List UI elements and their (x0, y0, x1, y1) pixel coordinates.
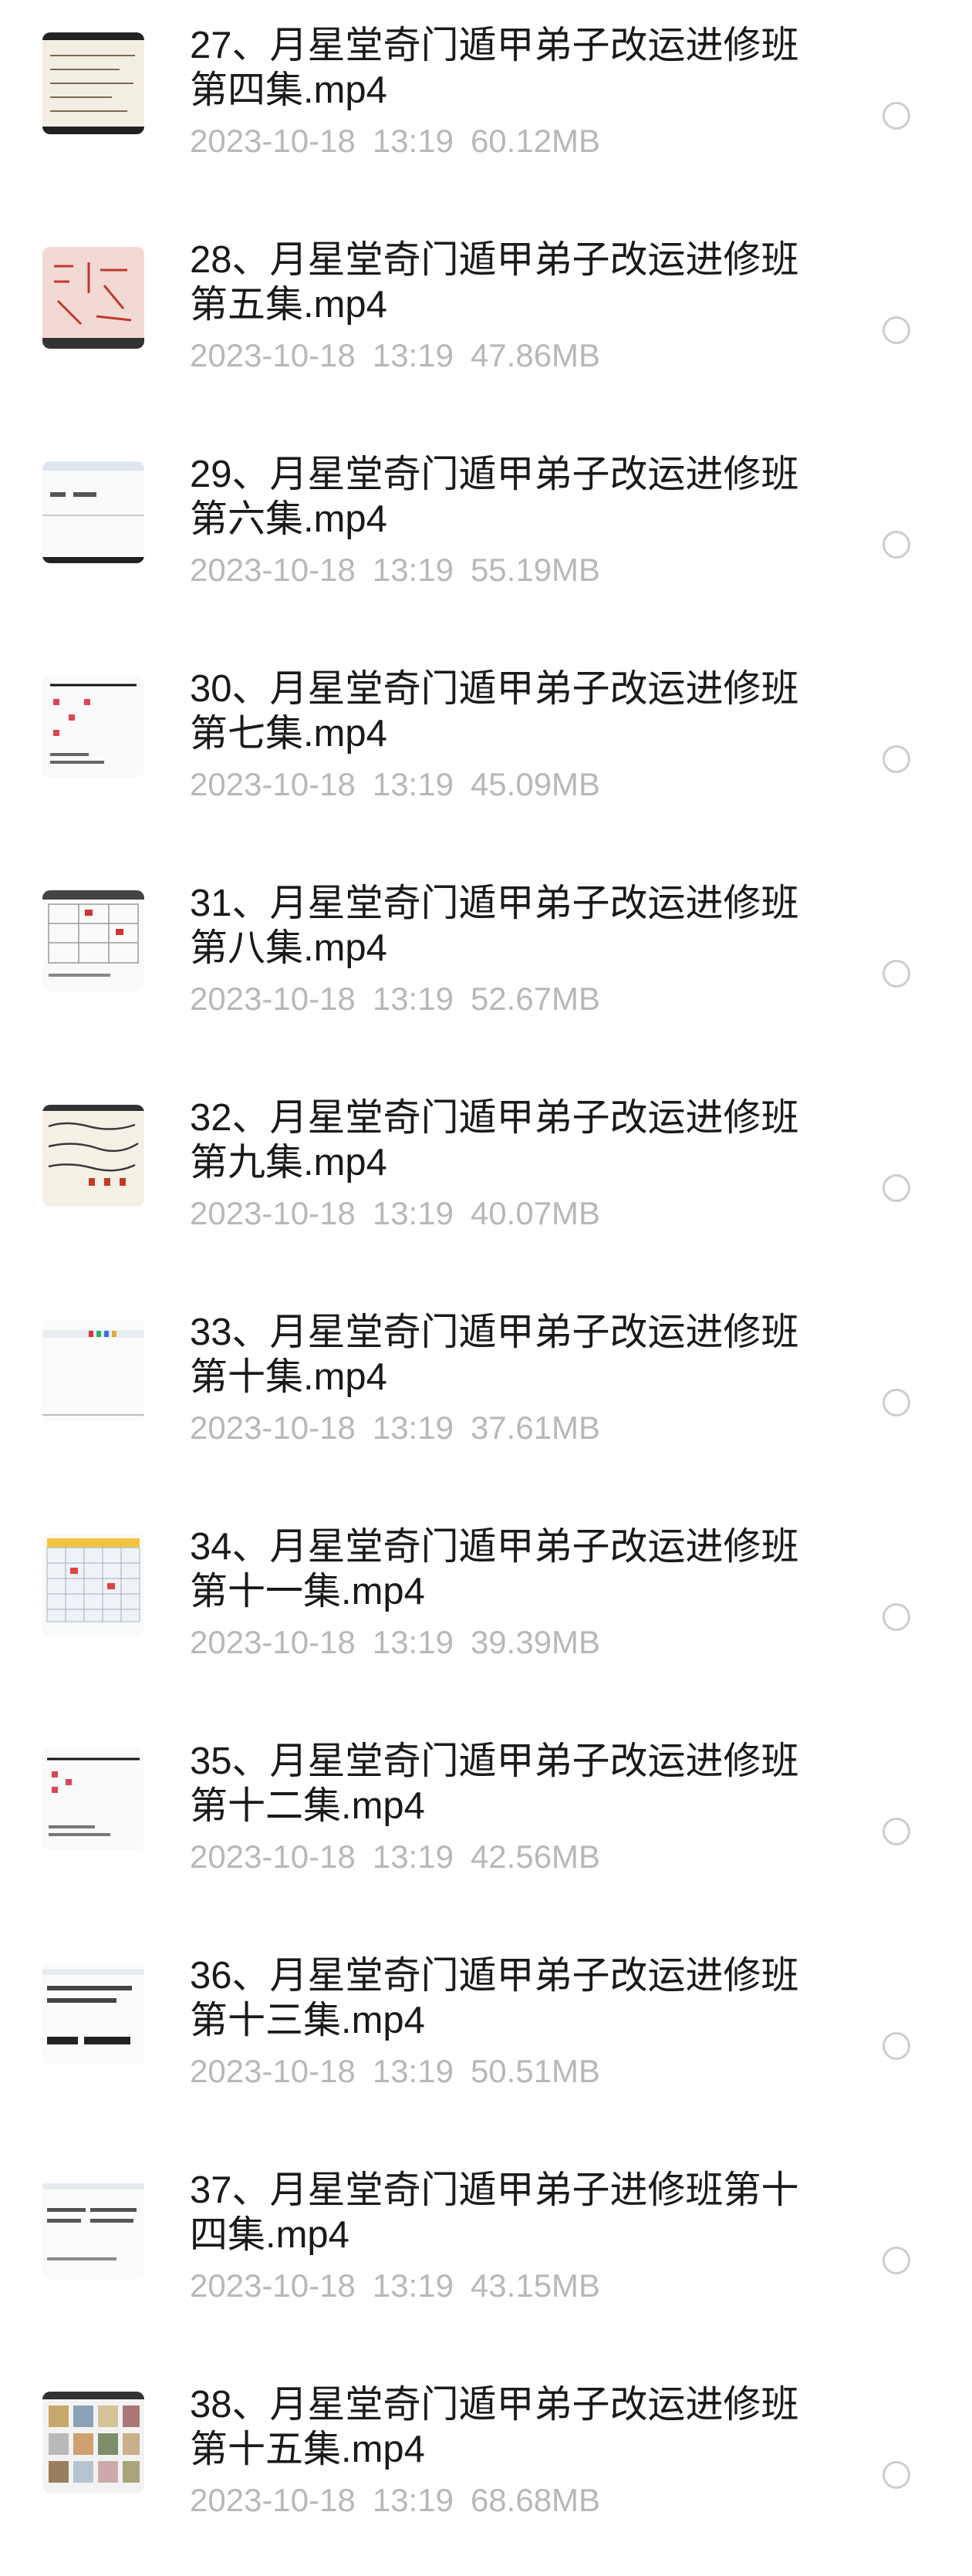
video-thumbnail (42, 1748, 144, 1850)
file-name: 29、月星堂奇门遁甲弟子改运进修班第六集.mp4 (190, 454, 799, 540)
file-meta: 2023-10-18 13:19 45.09MB (190, 765, 617, 804)
file-item[interactable]: 36、月星堂奇门遁甲弟子改运进修班第十三集.mp4 2023-10-18 13:1… (0, 1930, 972, 2145)
file-item[interactable]: 27、月星堂奇门遁甲弟子改运进修班第四集.mp4 2023-10-18 13:19… (0, 0, 972, 214)
file-meta: 2023-10-18 13:19 43.15MB (190, 2267, 617, 2305)
file-name: 38、月星堂奇门遁甲弟子改运进修班第十五集.mp4 (190, 2384, 799, 2470)
file-list: 27、月星堂奇门遁甲弟子改运进修班第四集.mp4 2023-10-18 13:19… (0, 0, 972, 2576)
file-date: 2023-10-18 (190, 1410, 356, 1446)
file-meta: 2023-10-18 13:19 52.67MB (190, 980, 617, 1018)
file-name: 27、月星堂奇门遁甲弟子改运进修班第四集.mp4 (190, 25, 799, 111)
select-radio-button[interactable] (883, 1389, 910, 1416)
video-thumbnail (42, 676, 144, 778)
file-size: 40.07MB (470, 1195, 601, 1231)
file-date: 2023-10-18 (190, 1195, 356, 1231)
select-radio-button[interactable] (883, 745, 910, 773)
file-time: 13:19 (372, 1838, 454, 1875)
select-radio-button[interactable] (883, 1174, 910, 1202)
file-size: 60.12MB (470, 123, 601, 159)
file-size: 37.61MB (470, 1410, 601, 1446)
video-thumbnail (42, 890, 144, 992)
file-item[interactable]: 37、月星堂奇门遁甲弟子进修班第十四集.mp4 2023-10-18 13:19 4… (0, 2145, 972, 2359)
file-name: 33、月星堂奇门遁甲弟子改运进修班第十集.mp4 (190, 1312, 799, 1398)
file-meta: 2023-10-18 13:19 50.51MB (190, 2052, 617, 2091)
file-name: 28、月星堂奇门遁甲弟子改运进修班第五集.mp4 (190, 239, 799, 326)
file-item[interactable]: 33、月星堂奇门遁甲弟子改运进修班第十集.mp4 2023-10-18 13:19… (0, 1287, 972, 1501)
file-date: 2023-10-18 (190, 337, 356, 373)
file-time: 13:19 (372, 1410, 454, 1446)
file-meta: 2023-10-18 13:19 40.07MB (190, 1194, 617, 1233)
file-time: 13:19 (372, 123, 454, 159)
file-item[interactable]: 28、月星堂奇门遁甲弟子改运进修班第五集.mp4 2023-10-18 13:19… (0, 214, 972, 429)
file-name: 36、月星堂奇门遁甲弟子改运进修班第十三集.mp4 (190, 1955, 799, 2041)
select-radio-button[interactable] (883, 2247, 910, 2274)
file-date: 2023-10-18 (190, 1838, 356, 1875)
select-radio-button[interactable] (883, 102, 910, 130)
file-date: 2023-10-18 (190, 2267, 356, 2304)
file-meta: 2023-10-18 13:19 55.19MB (190, 551, 617, 589)
file-time: 13:19 (372, 2053, 454, 2089)
file-date: 2023-10-18 (190, 552, 356, 588)
select-radio-button[interactable] (883, 960, 910, 988)
file-meta: 2023-10-18 13:19 60.12MB (190, 122, 617, 160)
video-thumbnail (42, 1319, 144, 1421)
select-radio-button[interactable] (883, 2461, 910, 2489)
file-size: 45.09MB (470, 766, 601, 802)
file-meta: 2023-10-18 13:19 37.61MB (190, 1409, 617, 1447)
file-time: 13:19 (372, 1195, 454, 1231)
file-name: 31、月星堂奇门遁甲弟子改运进修班第八集.mp4 (190, 883, 799, 969)
file-name: 35、月星堂奇门遁甲弟子改运进修班第十二集.mp4 (190, 1740, 799, 1827)
file-size: 52.67MB (470, 981, 601, 1017)
file-time: 13:19 (372, 2267, 454, 2304)
file-item[interactable]: 38、月星堂奇门遁甲弟子改运进修班第十五集.mp4 2023-10-18 13:1… (0, 2359, 972, 2574)
file-size: 55.19MB (470, 552, 601, 588)
file-date: 2023-10-18 (190, 981, 356, 1017)
file-time: 13:19 (372, 337, 454, 373)
file-date: 2023-10-18 (190, 2482, 356, 2518)
file-meta: 2023-10-18 13:19 42.56MB (190, 1838, 617, 1876)
video-thumbnail (42, 1534, 144, 1636)
file-time: 13:19 (372, 2482, 454, 2518)
file-size: 68.68MB (470, 2482, 601, 2518)
select-radio-button[interactable] (883, 531, 910, 559)
file-item[interactable]: 29、月星堂奇门遁甲弟子改运进修班第六集.mp4 2023-10-18 13:19… (0, 429, 972, 643)
file-size: 39.39MB (470, 1624, 601, 1660)
file-time: 13:19 (372, 1624, 454, 1660)
video-thumbnail (42, 247, 144, 349)
file-date: 2023-10-18 (190, 123, 356, 159)
video-thumbnail (42, 1105, 144, 1207)
file-time: 13:19 (372, 552, 454, 588)
file-name: 30、月星堂奇门遁甲弟子改运进修班第七集.mp4 (190, 668, 799, 755)
video-thumbnail (42, 461, 144, 563)
file-date: 2023-10-18 (190, 2053, 356, 2089)
video-thumbnail (42, 32, 144, 134)
file-item[interactable]: 35、月星堂奇门遁甲弟子改运进修班第十二集.mp4 2023-10-18 13:1… (0, 1716, 972, 1930)
file-size: 42.56MB (470, 1838, 601, 1875)
file-item[interactable]: 32、月星堂奇门遁甲弟子改运进修班第九集.mp4 2023-10-18 13:19… (0, 1072, 972, 1287)
file-meta: 2023-10-18 13:19 47.86MB (190, 336, 617, 375)
select-radio-button[interactable] (883, 316, 910, 344)
file-time: 13:19 (372, 766, 454, 802)
file-size: 50.51MB (470, 2053, 601, 2089)
file-size: 43.15MB (470, 2267, 601, 2304)
select-radio-button[interactable] (883, 1603, 910, 1631)
file-name: 34、月星堂奇门遁甲弟子改运进修班第十一集.mp4 (190, 1526, 799, 1612)
file-item[interactable]: 30、月星堂奇门遁甲弟子改运进修班第七集.mp4 2023-10-18 13:19… (0, 643, 972, 858)
file-meta: 2023-10-18 13:19 68.68MB (190, 2481, 617, 2520)
file-name: 37、月星堂奇门遁甲弟子进修班第十四集.mp4 (190, 2169, 799, 2256)
video-thumbnail (42, 2392, 144, 2493)
select-radio-button[interactable] (883, 2032, 910, 2060)
file-name: 32、月星堂奇门遁甲弟子改运进修班第九集.mp4 (190, 1097, 799, 1183)
video-thumbnail (42, 2177, 144, 2279)
file-item[interactable]: 34、月星堂奇门遁甲弟子改运进修班第十一集.mp4 2023-10-18 13:1… (0, 1501, 972, 1716)
file-date: 2023-10-18 (190, 1624, 356, 1660)
file-time: 13:19 (372, 981, 454, 1017)
file-date: 2023-10-18 (190, 766, 356, 802)
select-radio-button[interactable] (883, 1818, 910, 1845)
file-size: 47.86MB (470, 337, 601, 373)
video-thumbnail (42, 1963, 144, 2065)
file-item[interactable]: 31、月星堂奇门遁甲弟子改运进修班第八集.mp4 2023-10-18 13:19… (0, 858, 972, 1072)
file-meta: 2023-10-18 13:19 39.39MB (190, 1623, 617, 1662)
